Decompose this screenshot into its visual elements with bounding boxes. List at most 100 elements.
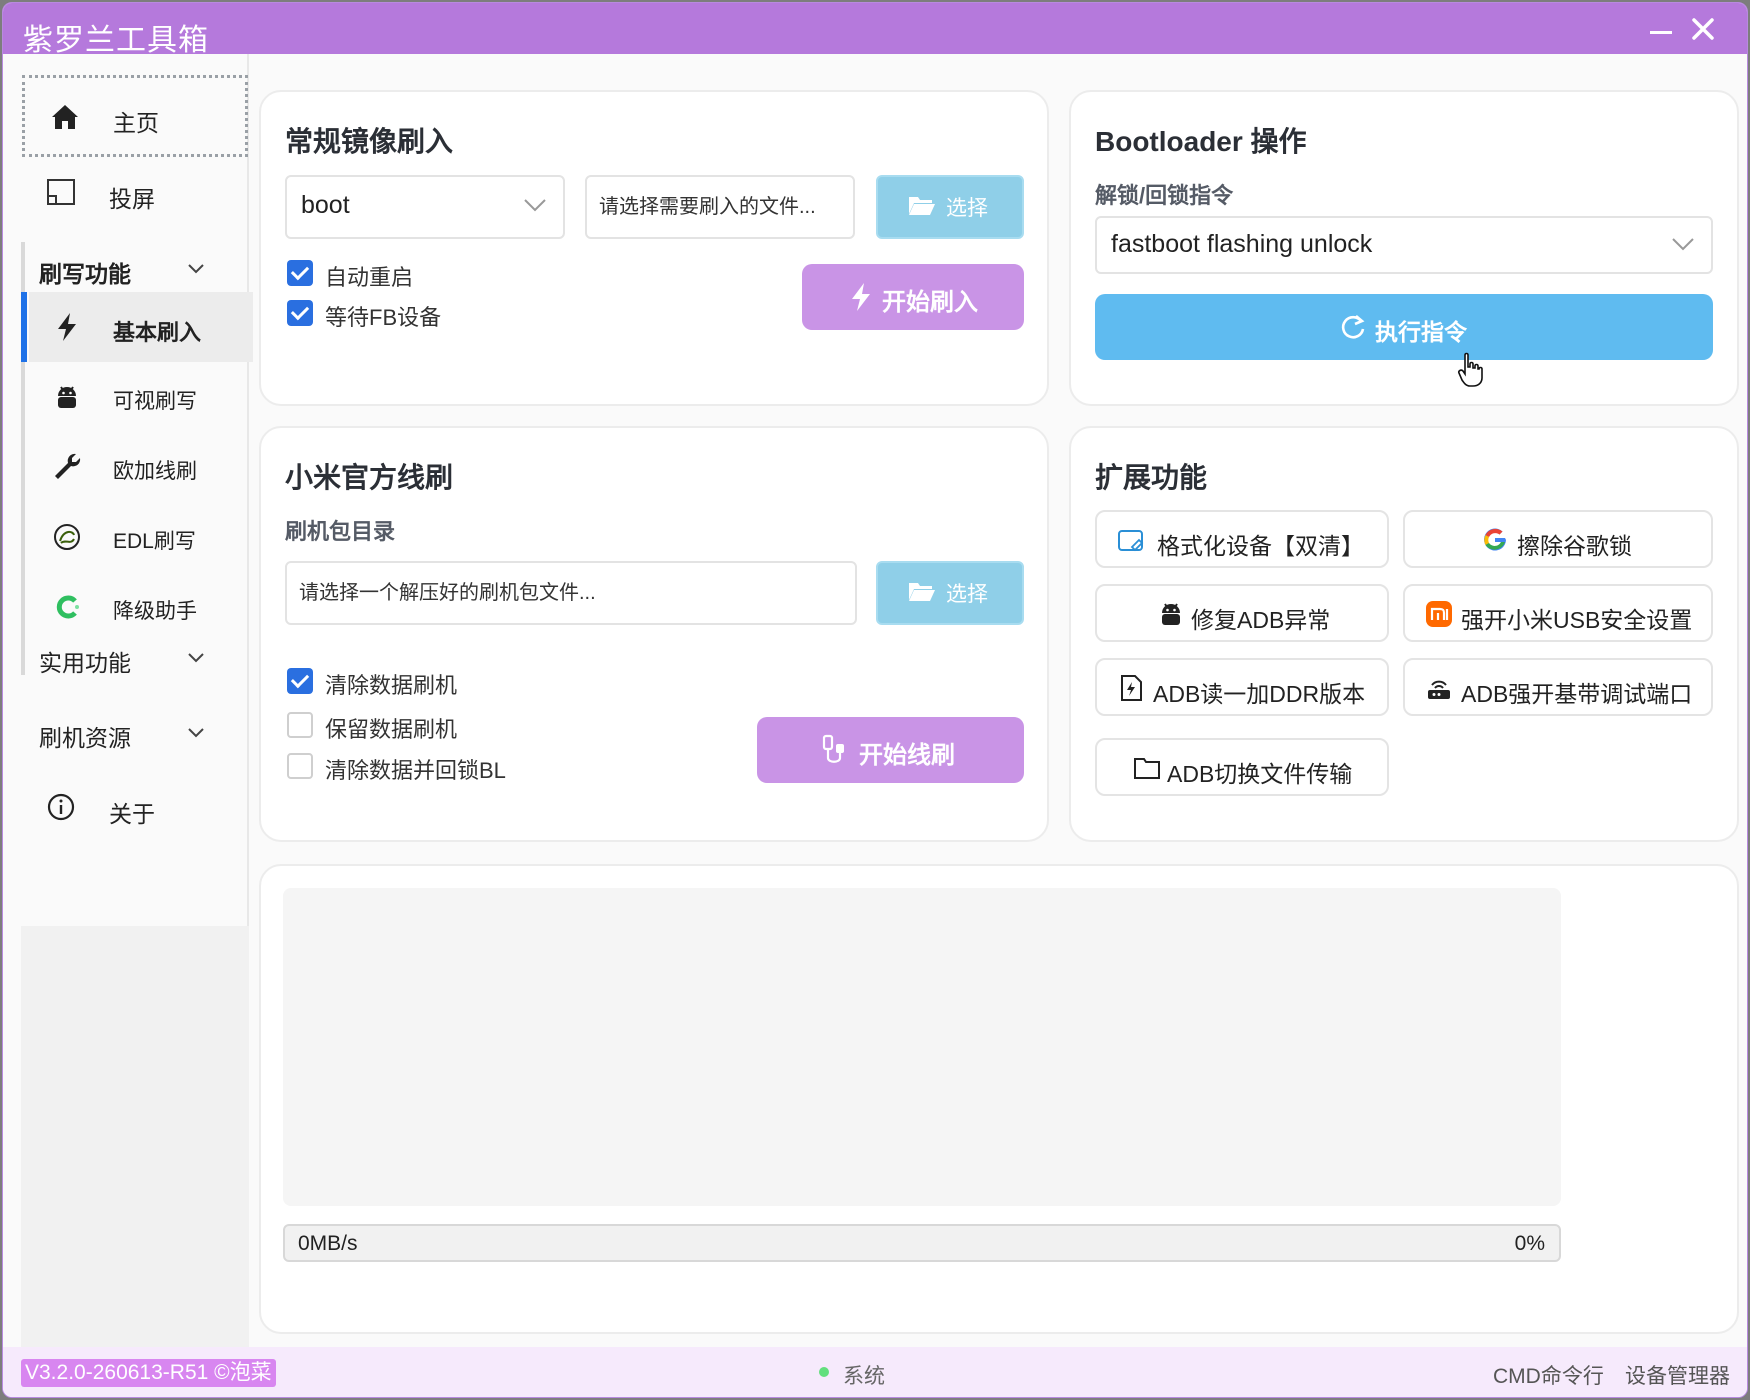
chevron-down-icon — [1672, 238, 1694, 251]
select-button-label: 选择 — [946, 197, 988, 220]
usb-cable-icon — [822, 734, 844, 763]
clean-flash-checkbox[interactable] — [287, 668, 313, 694]
sidebar-item-label: EDL刷写 — [113, 530, 196, 553]
progress-bar: 0MB/s 0% — [283, 1224, 1561, 1262]
format-device-button[interactable]: 格式化设备【双清】 — [1095, 510, 1389, 568]
lightning-icon — [852, 283, 870, 311]
baseband-debug-button[interactable]: ADB强开基带调试端口 — [1403, 658, 1713, 716]
mi-flash-dir-select-button[interactable]: 选择 — [876, 561, 1024, 625]
keep-data-checkbox[interactable] — [287, 712, 313, 738]
extensions-card-title: 扩展功能 — [1095, 462, 1208, 493]
home-icon — [52, 105, 78, 129]
partition-value: boot — [301, 191, 350, 219]
sidebar-empty-area — [21, 926, 249, 1347]
flash-card-title: 常规镜像刷入 — [285, 126, 454, 157]
folder-icon — [1134, 758, 1160, 779]
start-line-flash-button[interactable]: 开始线刷 — [757, 717, 1024, 783]
title-bar: 紫罗兰工具箱 — [3, 3, 1747, 57]
log-card: 0MB/s 0% — [259, 864, 1739, 1334]
info-icon — [47, 793, 75, 821]
read-ddr-button[interactable]: ADB读一加DDR版本 — [1095, 658, 1389, 716]
file-transfer-button[interactable]: ADB切换文件传输 — [1095, 738, 1389, 796]
execute-command-label: 执行指令 — [1375, 319, 1467, 345]
router-icon — [1428, 680, 1450, 699]
partition-select[interactable]: boot — [285, 175, 565, 239]
sidebar-item-label: 可视刷写 — [113, 390, 197, 413]
close-icon — [1692, 18, 1714, 40]
auto-reboot-checkbox[interactable] — [287, 260, 313, 286]
sidebar-item-visual-flash[interactable]: 可视刷写 — [29, 362, 253, 432]
execute-command-button[interactable]: 执行指令 — [1095, 294, 1713, 360]
mi-usb-security-button[interactable]: 强开小米USB安全设置 — [1403, 584, 1713, 642]
log-output — [283, 888, 1561, 1206]
mi-flash-dir-input[interactable] — [285, 561, 857, 625]
flash-file-input[interactable] — [585, 175, 855, 239]
chevron-down-icon — [524, 199, 546, 212]
sidebar-group-label: 刷机资源 — [39, 725, 131, 751]
sidebar-item-label: 关于 — [109, 801, 155, 827]
sidebar-group-resources[interactable]: 刷机资源 — [21, 693, 249, 771]
read-ddr-label: ADB读一加DDR版本 — [1153, 681, 1366, 707]
mi-flash-card-title: 小米官方线刷 — [285, 462, 454, 493]
clean-lock-checkbox[interactable] — [287, 753, 313, 779]
sidebar-item-basic-flash[interactable]: 基本刷入 — [21, 292, 253, 362]
device-manager-link[interactable]: 设备管理器 — [1625, 1360, 1730, 1390]
fix-adb-button[interactable]: 修复ADB异常 — [1095, 584, 1389, 642]
format-device-icon — [1118, 530, 1144, 552]
start-flash-label: 开始刷入 — [882, 289, 978, 316]
transfer-speed: 0MB/s — [298, 1232, 358, 1255]
minimize-button[interactable] — [1643, 11, 1679, 47]
flash-card: 常规镜像刷入 boot 选择 自动重启 等待FB设备 开始刷入 — [259, 90, 1049, 406]
sidebar-group-utility[interactable]: 实用功能 — [21, 618, 249, 696]
google-icon — [1484, 528, 1506, 551]
sidebar-item-home[interactable]: 主页 — [22, 75, 248, 157]
file-lightning-icon — [1121, 675, 1142, 701]
bootloader-cmd-select[interactable]: fastboot flashing unlock — [1095, 216, 1713, 274]
sidebar-item-about[interactable]: 关于 — [21, 768, 249, 846]
status-indicator-dot — [819, 1367, 829, 1377]
mi-flash-card: 小米官方线刷 刷机包目录 选择 清除数据刷机 保留数据刷机 清除数据并回锁BL … — [259, 426, 1049, 842]
file-transfer-label: ADB切换文件传输 — [1167, 761, 1353, 787]
bootloader-card-title: Bootloader 操作 — [1095, 126, 1307, 157]
mi-flash-dir-label: 刷机包目录 — [285, 519, 396, 544]
keep-data-label: 保留数据刷机 — [325, 717, 458, 742]
auto-reboot-label: 自动重启 — [325, 265, 414, 290]
select-button-label: 选择 — [946, 583, 988, 606]
sidebar-item-label: 欧加线刷 — [113, 460, 197, 483]
folder-open-icon — [909, 583, 935, 601]
extensions-card: 扩展功能 格式化设备【双清】 擦除谷歌锁 修复ADB异常 强开小米USB安全设置… — [1069, 426, 1739, 842]
sidebar-item-edl-flash[interactable]: EDL刷写 — [29, 502, 253, 572]
system-status-text: 系统 — [843, 1365, 885, 1388]
sidebar-item-label: 主页 — [113, 110, 159, 136]
refresh-icon — [1341, 315, 1365, 339]
wait-fb-checkbox[interactable] — [287, 300, 313, 326]
version-badge: V3.2.0-260613-R51 ©泡菜 — [21, 1359, 276, 1387]
progress-percent: 0% — [1514, 1232, 1545, 1255]
chevron-down-icon — [188, 653, 204, 663]
flash-file-select-button[interactable]: 选择 — [876, 175, 1024, 239]
folder-open-icon — [909, 197, 935, 215]
sidebar-item-label: 基本刷入 — [113, 320, 202, 345]
app-title: 紫罗兰工具箱 — [23, 24, 209, 57]
cmd-link[interactable]: CMD命令行 — [1493, 1360, 1604, 1390]
sidebar-item-oneplus-flash[interactable]: 欧加线刷 — [29, 432, 253, 502]
sidebar-item-cast[interactable]: 投屏 — [21, 153, 249, 231]
bootloader-cmd-label: 解锁/回锁指令 — [1095, 183, 1234, 208]
android-icon — [1162, 603, 1180, 625]
erase-google-lock-button[interactable]: 擦除谷歌锁 — [1403, 510, 1713, 568]
wait-fb-label: 等待FB设备 — [325, 305, 442, 330]
sidebar-submenu-flash: 基本刷入 可视刷写 欧加线刷 EDL刷写 降级助手 — [21, 242, 253, 675]
screen-cast-icon — [47, 179, 75, 205]
start-flash-button[interactable]: 开始刷入 — [802, 264, 1024, 330]
erase-google-lock-label: 擦除谷歌锁 — [1517, 533, 1632, 559]
bootloader-card: Bootloader 操作 解锁/回锁指令 fastboot flashing … — [1069, 90, 1739, 406]
hand-cursor-icon — [1458, 352, 1483, 387]
close-button[interactable] — [1685, 11, 1721, 47]
chevron-down-icon — [188, 728, 204, 738]
bootloader-cmd-value: fastboot flashing unlock — [1111, 230, 1373, 258]
fix-adb-label: 修复ADB异常 — [1191, 607, 1331, 633]
start-line-flash-label: 开始线刷 — [859, 742, 955, 769]
baseband-debug-label: ADB强开基带调试端口 — [1461, 681, 1693, 707]
sidebar-item-label: 投屏 — [109, 186, 155, 212]
qualcomm-icon — [54, 524, 80, 550]
